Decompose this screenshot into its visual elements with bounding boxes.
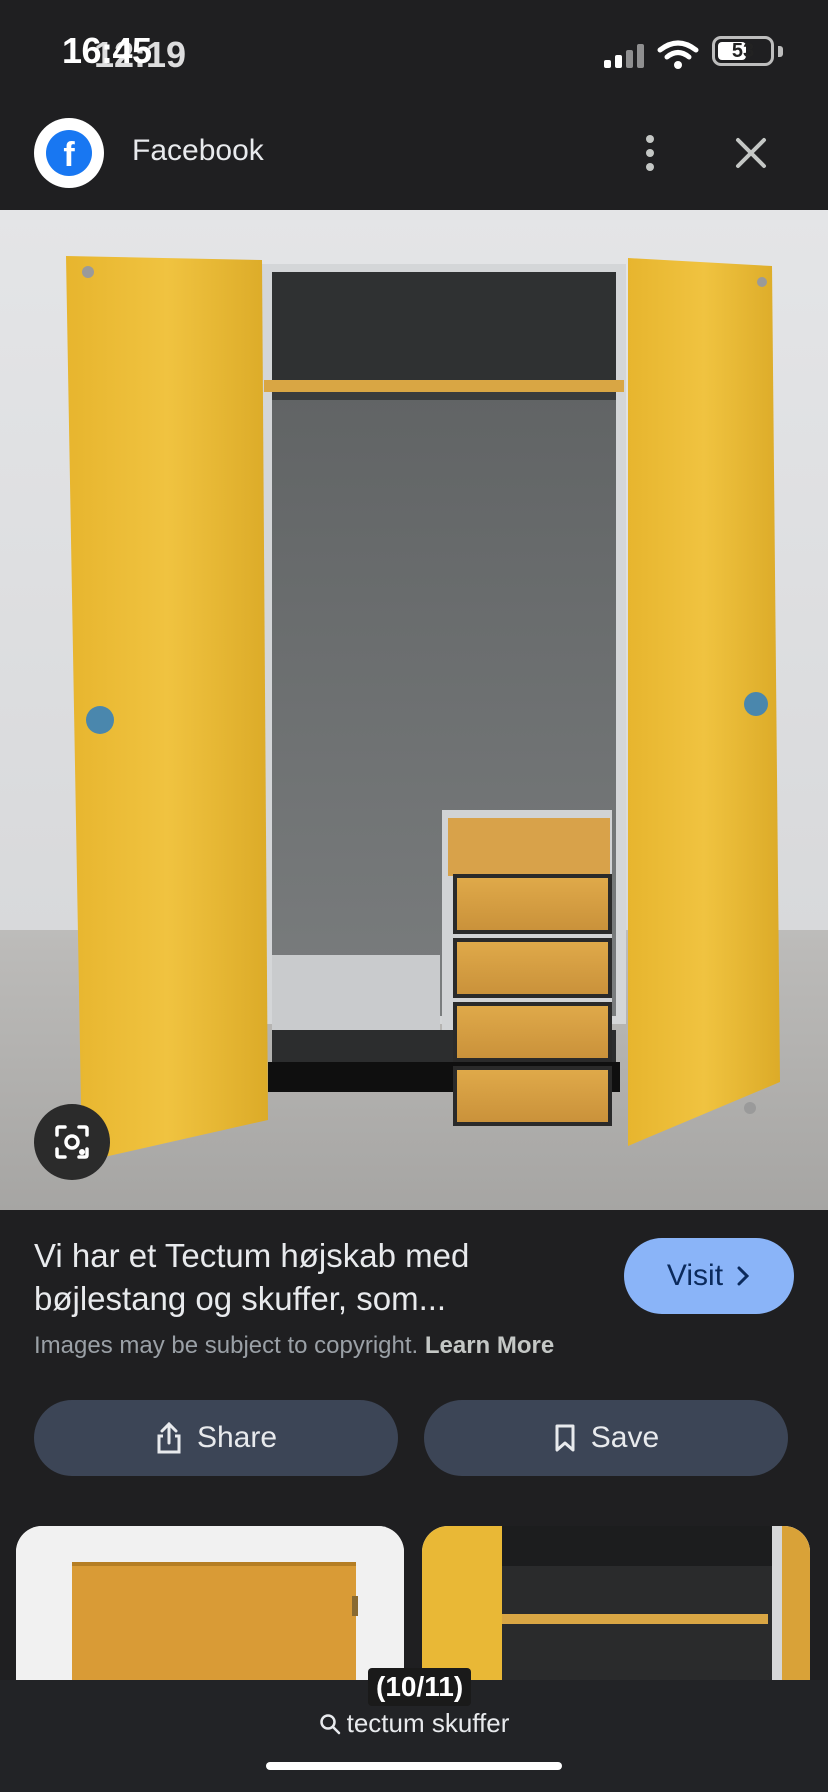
image-viewer-page: 16:45 12:19 53 f Facebook Vi har et Tect… bbox=[0, 0, 828, 1792]
status-time-overlay: 12:19 bbox=[94, 34, 187, 75]
search-query-text: tectum skuffer bbox=[346, 1708, 510, 1738]
copyright-text: Images may be subject to copyright. bbox=[34, 1332, 419, 1359]
signal-icon bbox=[604, 44, 648, 68]
battery-cap bbox=[778, 46, 783, 57]
search-icon bbox=[319, 1713, 340, 1734]
facebook-logo[interactable]: f bbox=[34, 118, 104, 188]
visit-button-label: Visit bbox=[666, 1259, 724, 1292]
wifi-icon bbox=[657, 40, 699, 69]
source-title[interactable]: Facebook bbox=[132, 134, 264, 168]
visit-button[interactable]: Visit bbox=[624, 1238, 794, 1314]
close-icon[interactable] bbox=[728, 130, 774, 176]
image-counter: (10/11) bbox=[368, 1668, 472, 1706]
save-button-label: Save bbox=[590, 1421, 660, 1454]
battery-level: 53 bbox=[731, 40, 755, 62]
chevron-right-icon bbox=[737, 1266, 750, 1286]
bookmark-icon bbox=[555, 1424, 575, 1452]
battery-icon: 53 bbox=[712, 36, 774, 66]
source-header: f Facebook bbox=[0, 100, 828, 210]
save-button[interactable]: Save bbox=[424, 1400, 788, 1476]
share-button-label: Share bbox=[196, 1421, 278, 1454]
lens-icon[interactable] bbox=[34, 1104, 110, 1180]
share-icon bbox=[157, 1421, 181, 1454]
more-vert-icon[interactable] bbox=[630, 128, 670, 178]
main-image[interactable] bbox=[0, 210, 828, 1210]
learn-more-link[interactable]: Learn More bbox=[425, 1332, 554, 1359]
copyright-notice: Images may be subject to copyright. Lear… bbox=[34, 1332, 554, 1360]
wardrobe-image bbox=[0, 210, 828, 1210]
search-query[interactable]: tectum skuffer bbox=[0, 1708, 828, 1739]
facebook-logo-letter: f bbox=[46, 130, 92, 176]
status-bar: 16:45 12:19 53 bbox=[0, 0, 828, 100]
home-indicator[interactable] bbox=[266, 1762, 562, 1770]
share-button[interactable]: Share bbox=[34, 1400, 398, 1476]
result-caption[interactable]: Vi har et Tectum højskab med bøjlestang … bbox=[34, 1234, 594, 1320]
